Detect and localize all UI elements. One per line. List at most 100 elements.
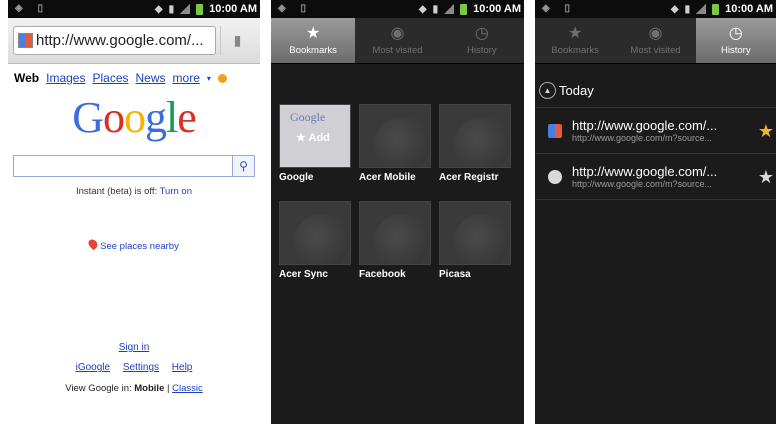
bookmark-thumbnail <box>439 104 511 168</box>
places-label: See places nearby <box>100 241 179 252</box>
history-url: http://www.google.com/m?source... <box>572 133 713 143</box>
globe-icon <box>374 117 430 167</box>
status-bar: ◈ ▯ ◆ ▮ 10:00 AM <box>271 0 524 18</box>
help-link[interactable]: Help <box>172 362 193 373</box>
bookmark-thumbnail <box>359 104 431 168</box>
tab-bookmarks[interactable]: ★ Bookmarks <box>535 18 615 63</box>
signal-icon <box>444 4 455 14</box>
bookmark-label: Google <box>279 172 314 183</box>
places-nearby[interactable]: See places nearby <box>8 237 260 252</box>
bookmark-thumbnail: Google ★ Add <box>279 104 351 168</box>
history-group-header[interactable]: ▲ Today <box>535 74 776 108</box>
tab-most-visited[interactable]: ◉ Most visited <box>355 18 439 63</box>
google-logo: Google <box>72 93 197 142</box>
tab-label: Bookmarks <box>551 45 599 56</box>
bookmark-star-icon: ★ <box>305 25 321 42</box>
turn-on-link[interactable]: Turn on <box>160 186 192 197</box>
bookmark-tile[interactable]: Acer Mobile <box>359 104 431 183</box>
wifi-icon: ◆ <box>154 3 163 15</box>
bookmark-tile[interactable]: Acer Registr <box>439 104 511 183</box>
bookmark-icon: ▮ <box>233 32 242 49</box>
view-classic-link[interactable]: Classic <box>172 383 203 394</box>
bookmark-tile[interactable]: Picasa <box>439 201 511 280</box>
nav-places[interactable]: Places <box>92 71 128 85</box>
signal-icon <box>180 4 191 14</box>
status-bar: ◈ ▯ ◆ ▮ 10:00 AM <box>8 0 260 18</box>
bookmark-label: Facebook <box>359 269 406 280</box>
labs-icon[interactable] <box>217 73 227 83</box>
google-favicon-icon <box>18 33 33 48</box>
search-input[interactable] <box>13 155 233 177</box>
globe-icon <box>454 117 510 167</box>
history-title: http://www.google.com/... <box>572 164 718 179</box>
bookmark-button[interactable]: ▮ <box>220 26 254 55</box>
tab-bar: ★ Bookmarks ◉ Most visited ◷ History <box>535 18 776 64</box>
star-icon[interactable]: ★ <box>758 121 774 142</box>
view-mobile: Mobile <box>134 383 165 394</box>
history-item[interactable]: http://www.google.com/... http://www.goo… <box>535 108 776 154</box>
history-url: http://www.google.com/m?source... <box>572 179 713 189</box>
address-field[interactable]: http://www.google.com/... <box>13 26 216 55</box>
status-time: 10:00 AM <box>725 3 773 15</box>
sign-in-link[interactable]: Sign in <box>119 342 150 353</box>
page-favicon-icon <box>548 169 562 184</box>
settings-link[interactable]: Settings <box>123 362 159 373</box>
battery-icon <box>196 3 204 15</box>
bookmark-label: Acer Mobile <box>359 172 416 183</box>
igoogle-link[interactable]: iGoogle <box>76 362 110 373</box>
more-arrow-icon: ▾ <box>206 73 211 83</box>
instant-status: Instant (beta) is off: Turn on <box>8 186 260 197</box>
wifi-icon: ◆ <box>418 3 427 15</box>
tab-label: History <box>721 45 751 56</box>
nav-news[interactable]: News <box>136 71 166 85</box>
bookmark-star-icon: ★ <box>567 25 583 42</box>
bookmark-thumbnail <box>439 201 511 265</box>
add-label: Add <box>308 132 330 144</box>
nav-images[interactable]: Images <box>46 71 85 85</box>
data-icon: ▮ <box>432 3 439 15</box>
battery-icon <box>712 3 720 15</box>
star-icon[interactable]: ★ <box>758 167 774 188</box>
search-row: ⚲ <box>13 155 255 177</box>
tab-most-visited[interactable]: ◉ Most visited <box>615 18 695 63</box>
notification-icons: ◈ ▯ <box>542 3 576 14</box>
bookmark-tile[interactable]: Google ★ Add Google <box>279 104 351 183</box>
bookmark-grid: Google ★ Add Google Acer Mobile Acer Reg… <box>271 64 524 280</box>
group-label: Today <box>559 83 594 98</box>
map-pin-icon <box>86 237 100 251</box>
battery-icon <box>460 3 468 15</box>
globe-icon <box>454 214 510 264</box>
data-icon: ▮ <box>684 3 691 15</box>
collapse-icon: ▲ <box>539 82 556 99</box>
bookmark-tile[interactable]: Facebook <box>359 201 431 280</box>
tab-history[interactable]: ◷ History <box>440 18 524 63</box>
search-button[interactable]: ⚲ <box>233 155 255 177</box>
tab-label: Most visited <box>372 45 423 56</box>
bookmarks-screen: ◈ ▯ ◆ ▮ 10:00 AM ★ Bookmarks ◉ Most visi… <box>271 0 524 424</box>
history-item[interactable]: http://www.google.com/... http://www.goo… <box>535 154 776 200</box>
tab-label: Most visited <box>630 45 681 56</box>
add-bookmark[interactable]: ★ Add <box>296 131 330 144</box>
view-label: View Google in: <box>65 383 132 394</box>
view-mode: View Google in: Mobile | Classic <box>8 383 260 394</box>
history-screen: ◈ ▯ ◆ ▮ 10:00 AM ★ Bookmarks ◉ Most visi… <box>535 0 776 424</box>
notification-icons: ◈ ▯ <box>278 3 312 14</box>
browser-screen: ◈ ▯ ◆ ▮ 10:00 AM http://www.google.com/.… <box>8 0 260 424</box>
data-icon: ▮ <box>168 3 175 15</box>
signin-row: Sign in <box>8 342 260 353</box>
bookmark-thumbnail <box>279 201 351 265</box>
bookmark-tile[interactable]: Acer Sync <box>279 201 351 280</box>
tab-label: History <box>467 45 497 56</box>
nav-web: Web <box>14 71 40 85</box>
eye-icon: ◉ <box>390 25 405 42</box>
instant-label: Instant (beta) is off: <box>75 186 158 197</box>
signal-icon <box>696 4 707 14</box>
tab-history[interactable]: ◷ History <box>695 18 776 63</box>
nav-more[interactable]: more <box>173 71 200 85</box>
globe-icon <box>374 214 430 264</box>
tab-bookmarks[interactable]: ★ Bookmarks <box>271 18 356 63</box>
bookmark-label: Acer Sync <box>279 269 328 280</box>
bookmark-label: Picasa <box>439 269 471 280</box>
tab-label: Bookmarks <box>289 45 337 56</box>
google-nav: Web Images Places News more ▾ <box>8 64 260 85</box>
